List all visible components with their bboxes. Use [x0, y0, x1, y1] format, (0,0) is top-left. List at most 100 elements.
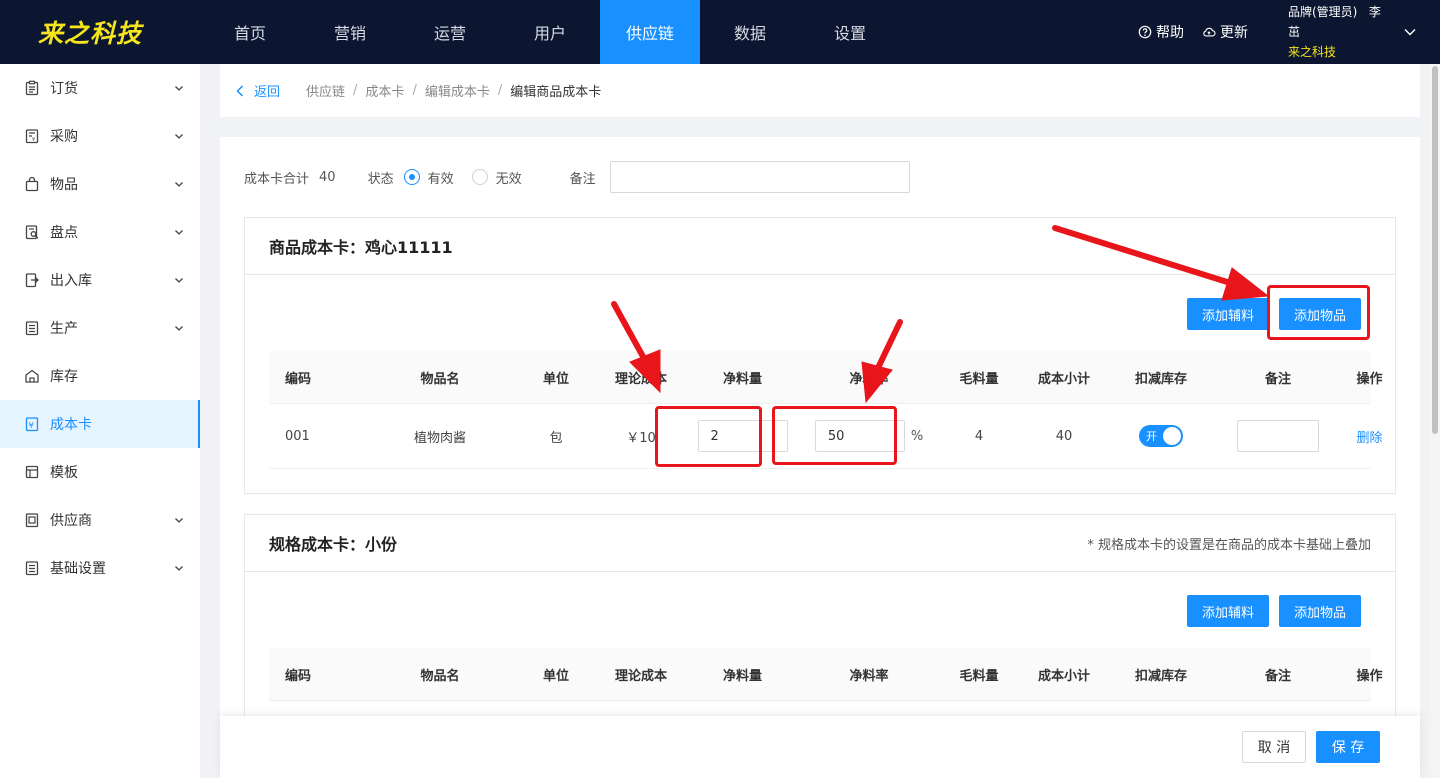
- nav-settings[interactable]: 设置: [800, 0, 900, 64]
- chevron-down-icon: [175, 566, 183, 571]
- col-name: 物品名: [420, 668, 460, 684]
- deduct-stock-toggle[interactable]: 开: [1139, 425, 1183, 447]
- spec-card-note: * 规格成本卡的设置是在商品的成本卡基础上叠加: [1087, 537, 1371, 553]
- sidebar-item-purchase[interactable]: ¥ 采购: [0, 112, 200, 160]
- percent-sign: %: [910, 428, 924, 444]
- sidebar-item-cost-card[interactable]: ¥ 成本卡: [0, 400, 200, 448]
- col-gross-qty: 毛料量: [959, 371, 999, 387]
- status-invalid-label: 无效: [495, 171, 522, 187]
- nav-supply-chain[interactable]: 供应链: [600, 0, 700, 64]
- production-icon: [25, 321, 39, 336]
- highlight-add-item: [1267, 285, 1370, 340]
- help-label: 帮助: [1156, 25, 1184, 41]
- cell-gross-qty: 4: [974, 428, 984, 444]
- sidebar-item-stock[interactable]: 库存: [0, 352, 200, 400]
- update-link[interactable]: 更新: [1202, 22, 1248, 42]
- remark-input[interactable]: [609, 161, 910, 193]
- col-action: 操作: [1356, 371, 1383, 387]
- col-code: 编码: [285, 371, 312, 387]
- breadcrumb-cost-card[interactable]: 成本卡: [365, 81, 404, 100]
- svg-text:¥: ¥: [29, 421, 34, 430]
- chevron-down-icon: [175, 518, 183, 523]
- status-valid-label: 有效: [427, 171, 454, 187]
- inventory-check-icon: [25, 225, 39, 240]
- col-net-qty: 净料量: [722, 371, 762, 387]
- back-button[interactable]: 返回: [236, 81, 280, 100]
- supplier-icon: [25, 513, 39, 528]
- nav-operations[interactable]: 运营: [400, 0, 500, 64]
- scrollbar-thumb[interactable]: [1432, 66, 1438, 434]
- col-deduct-stock: 扣减库存: [1134, 668, 1187, 684]
- col-code: 编码: [285, 668, 312, 684]
- cancel-button[interactable]: 取 消: [1242, 731, 1306, 763]
- add-auxiliary-button[interactable]: 添加辅料: [1186, 595, 1269, 627]
- sidebar-item-ordering[interactable]: 订货: [0, 64, 200, 112]
- col-theory-cost: 理论成本: [614, 371, 667, 387]
- status-invalid-radio[interactable]: 无效: [471, 168, 522, 187]
- breadcrumb-separator: /: [353, 83, 358, 98]
- sidebar-item-label: 生产: [50, 321, 78, 337]
- cell-deduct-stock: 开: [1104, 425, 1218, 447]
- breadcrumb-separator: /: [412, 83, 417, 98]
- sidebar-item-label: 基础设置: [50, 561, 106, 577]
- sidebar-item-template[interactable]: 模板: [0, 448, 200, 496]
- cell-action: 删除: [1338, 427, 1401, 446]
- breadcrumb-supply-chain[interactable]: 供应链: [306, 81, 345, 100]
- col-subtotal: 成本小计: [1037, 668, 1090, 684]
- col-gross-qty: 毛料量: [959, 668, 999, 684]
- sidebar-item-stocktake[interactable]: 盘点: [0, 208, 200, 256]
- nav-home[interactable]: 首页: [200, 0, 300, 64]
- nav-data[interactable]: 数据: [700, 0, 800, 64]
- help-link[interactable]: 帮助: [1138, 22, 1184, 42]
- col-unit: 单位: [542, 668, 569, 684]
- highlight-net-rate: [772, 406, 897, 465]
- toggle-knob: [1163, 427, 1181, 445]
- footer-bar: 取 消 保 存: [220, 716, 1420, 778]
- sidebar-item-basic-settings[interactable]: 基础设置: [0, 544, 200, 592]
- col-deduct-stock: 扣减库存: [1134, 371, 1187, 387]
- chevron-left-icon: [236, 84, 244, 97]
- bag-icon: [25, 176, 39, 192]
- nav-marketing[interactable]: 营销: [300, 0, 400, 64]
- col-name: 物品名: [420, 371, 460, 387]
- status-valid-radio[interactable]: 有效: [403, 168, 454, 187]
- user-role: 品牌(管理员): [1288, 5, 1358, 19]
- col-theory-cost: 理论成本: [614, 668, 667, 684]
- help-icon: [1138, 25, 1152, 39]
- save-button[interactable]: 保 存: [1316, 731, 1380, 763]
- breadcrumb-edit-cost-card[interactable]: 编辑成本卡: [425, 81, 490, 100]
- svg-text:¥: ¥: [32, 137, 35, 143]
- table-header: 编码 物品名 单位 理论成本 净料量 净料率 毛料量 成本小计 扣减库存 备注 …: [269, 648, 1383, 701]
- main-nav: 首页 营销 运营 用户 供应链 数据 设置: [200, 0, 900, 64]
- user-menu[interactable]: 品牌(管理员) 李茁 来之科技: [1288, 2, 1390, 62]
- col-net-rate: 净料率: [849, 371, 889, 387]
- nav-users[interactable]: 用户: [500, 0, 600, 64]
- remark-label: 备注: [569, 171, 596, 187]
- spec-card-table: 编码 物品名 单位 理论成本 净料量 净料率 毛料量 成本小计 扣减库存 备注 …: [269, 648, 1383, 701]
- cell-code: 001: [285, 428, 310, 444]
- chevron-down-icon[interactable]: [1404, 28, 1416, 36]
- add-auxiliary-button[interactable]: 添加辅料: [1186, 298, 1269, 330]
- delete-link[interactable]: 删除: [1356, 427, 1382, 446]
- logo: 来之科技: [38, 19, 143, 48]
- col-net-qty: 净料量: [722, 668, 762, 684]
- cloud-update-icon: [1203, 27, 1216, 37]
- sidebar-item-production[interactable]: 生产: [0, 304, 200, 352]
- row-remark-input[interactable]: [1237, 420, 1319, 452]
- chevron-down-icon: [175, 182, 183, 187]
- top-navbar: 来之科技 首页 营销 运营 用户 供应链 数据 设置 帮助 更新 品牌(管理员)…: [0, 0, 1440, 64]
- product-card-title: 商品成本卡：鸡心11111: [269, 238, 453, 257]
- highlight-net-qty: [655, 406, 762, 467]
- cell-subtotal: 40: [1055, 428, 1073, 444]
- sidebar-item-label: 供应商: [50, 513, 92, 529]
- col-net-rate: 净料率: [849, 668, 889, 684]
- sidebar-item-label: 盘点: [50, 225, 78, 241]
- total-label: 成本卡合计: [244, 171, 310, 187]
- sidebar-item-label: 成本卡: [50, 417, 92, 433]
- page-scrollbar[interactable]: [1430, 64, 1440, 778]
- add-item-button[interactable]: 添加物品: [1278, 595, 1361, 627]
- sidebar-item-supplier[interactable]: 供应商: [0, 496, 200, 544]
- sidebar-item-in-out[interactable]: 出入库: [0, 256, 200, 304]
- user-brand: 来之科技: [1288, 45, 1337, 59]
- sidebar-item-goods[interactable]: 物品: [0, 160, 200, 208]
